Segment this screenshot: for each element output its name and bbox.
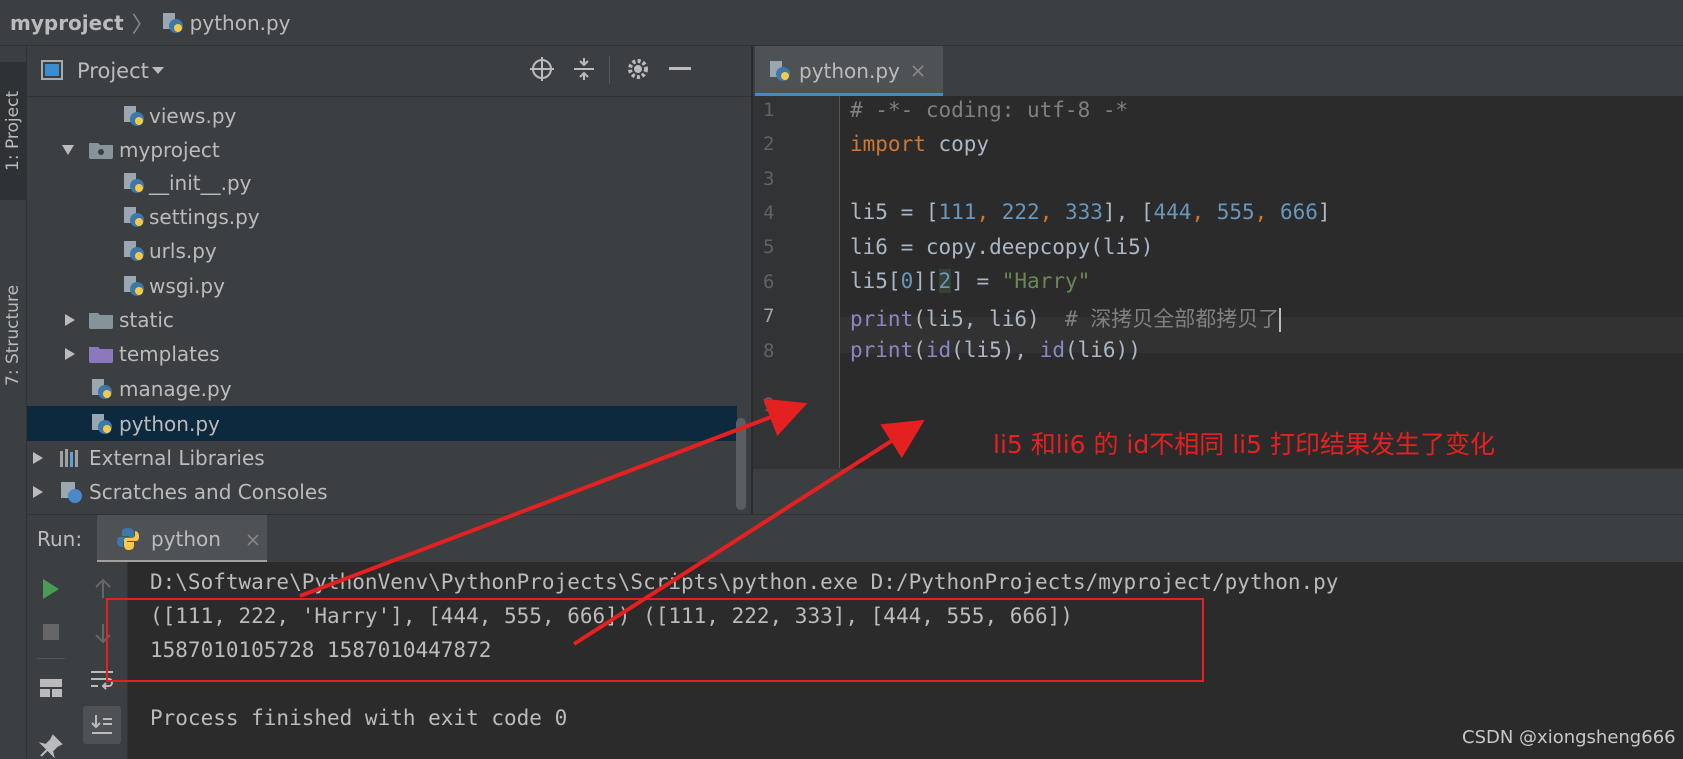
watermark: CSDN @xiongsheng666 [1462, 727, 1676, 748]
annotation-arrows [299, 398, 925, 646]
annotation-arrow-2 [572, 419, 925, 646]
annotation-text: li5 和li6 的 id不相同 li5 打印结果发生了变化 [993, 430, 1495, 459]
annotation-arrow-1 [299, 398, 808, 598]
